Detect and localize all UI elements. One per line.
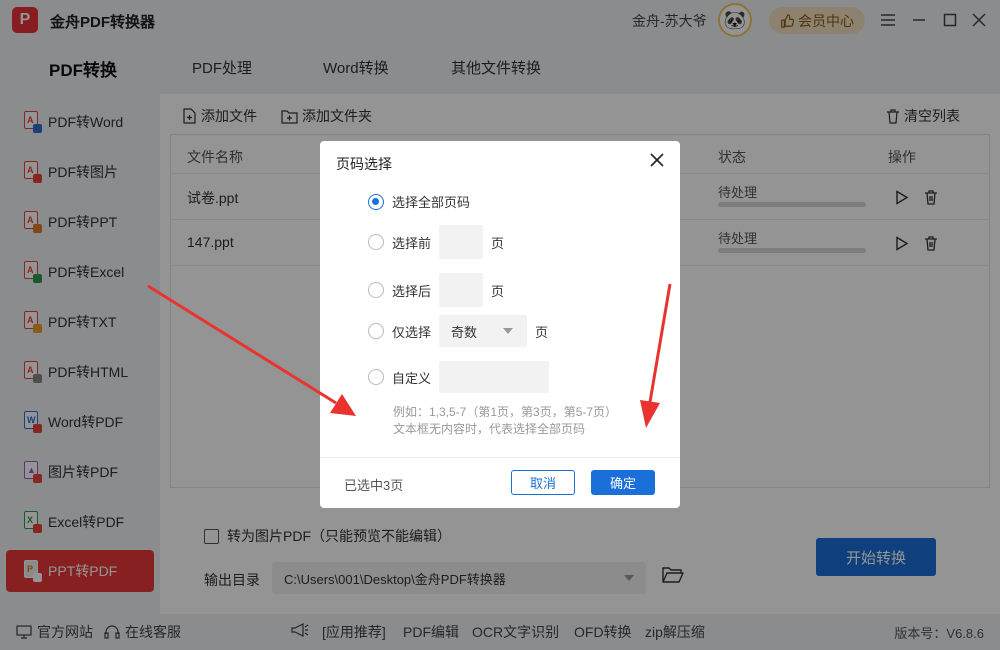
option-all-label: 选择全部页码 [392,195,471,210]
close-icon[interactable] [650,153,666,169]
radio-first[interactable] [368,234,384,250]
cancel-button[interactable]: 取消 [511,470,575,495]
custom-hint-empty: 文本框无内容时，代表选择全部页码 [393,422,586,436]
option-first-pages[interactable]: 选择前 页 [368,225,504,259]
odd-even-value: 奇数 [451,325,478,340]
dialog-divider [320,457,680,458]
page-unit-label: 页 [491,235,505,251]
last-pages-input[interactable] [439,273,484,307]
custom-hint-example: 例如：1,3,5-7（第1页，第3页，第5-7页） [393,405,618,419]
option-last-label: 选择后 [392,283,432,299]
selected-count: 已选中3页 [344,478,404,493]
radio-all[interactable] [368,193,384,210]
option-custom-label: 自定义 [392,370,432,386]
radio-last[interactable] [368,282,384,298]
option-all-pages[interactable]: 选择全部页码 [368,192,470,211]
option-last-pages[interactable]: 选择后 页 [368,273,504,307]
custom-pages-input[interactable] [439,361,550,393]
dialog-title: 页码选择 [336,156,392,172]
first-pages-input[interactable] [439,225,484,259]
option-only-label: 仅选择 [392,324,432,340]
page-unit-label: 页 [491,283,505,299]
page-select-dialog: 页码选择 选择全部页码 选择前 页 选择后 页 仅选择 奇数 页 自定义 例如：… [320,141,680,508]
radio-only[interactable] [368,323,384,339]
chevron-down-icon [503,328,514,334]
odd-even-select[interactable]: 奇数 [439,315,528,347]
option-only-pages[interactable]: 仅选择 奇数 页 [368,315,548,347]
option-custom-pages[interactable]: 自定义 [368,361,550,393]
page-unit-label: 页 [535,324,549,340]
option-first-label: 选择前 [392,235,432,251]
radio-custom[interactable] [368,369,384,385]
confirm-button[interactable]: 确定 [591,470,655,495]
